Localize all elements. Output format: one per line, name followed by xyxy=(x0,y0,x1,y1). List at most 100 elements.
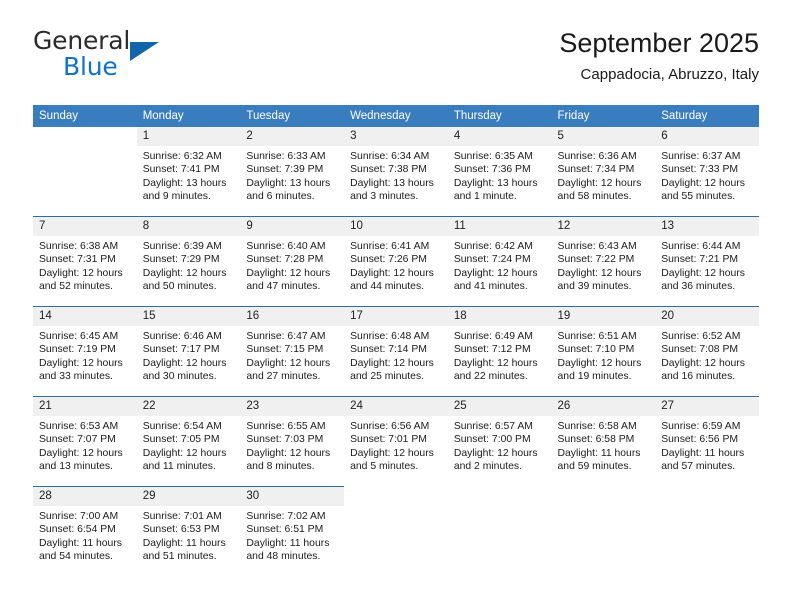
day-number: 16 xyxy=(240,307,345,326)
calendar-day-cell[interactable]: 18 Sunrise: 6:49 AM Sunset: 7:12 PM Dayligh… xyxy=(447,306,552,397)
daylight-text-line2: and 25 minutes. xyxy=(350,371,425,383)
day-number: 18 xyxy=(447,307,552,326)
daylight-text-line1: Daylight: 11 hours xyxy=(39,537,122,549)
weekday-header-wednesday: Wednesday xyxy=(344,105,448,127)
calendar-grid: Sunday Monday Tuesday Wednesday Thursday… xyxy=(33,105,759,576)
day-number: 7 xyxy=(33,217,137,236)
calendar-day-cell[interactable]: 26 Sunrise: 6:58 AM Sunset: 6:58 PM Dayligh… xyxy=(551,396,656,487)
daylight-text-line2: and 41 minutes. xyxy=(453,281,528,293)
daylight-text-line2: and 3 minutes. xyxy=(350,191,419,203)
day-number: 8 xyxy=(136,217,241,236)
calendar-day-cell[interactable]: 15 Sunrise: 6:46 AM Sunset: 7:17 PM Dayligh… xyxy=(136,306,241,397)
day-details: Sunrise: 6:56 AM Sunset: 7:01 PM Daylight:… xyxy=(344,416,448,474)
day-number: 6 xyxy=(655,127,759,146)
daylight-text-line1: Daylight: 12 hours xyxy=(661,357,745,369)
sunrise-text: Sunrise: 6:51 AM xyxy=(557,331,637,342)
sunset-text: Sunset: 7:28 PM xyxy=(246,254,324,266)
daylight-text-line1: Daylight: 11 hours xyxy=(661,447,745,459)
calendar-day-cell[interactable]: 30 Sunrise: 7:02 AM Sunset: 6:51 PM Dayligh… xyxy=(240,486,345,576)
sunrise-text: Sunrise: 7:00 AM xyxy=(39,511,119,522)
daylight-text-line2: and 27 minutes. xyxy=(246,371,321,383)
day-number xyxy=(551,487,656,506)
day-number: 22 xyxy=(136,397,241,416)
calendar-day-cell[interactable]: 8 Sunrise: 6:39 AM Sunset: 7:29 PM Daylight… xyxy=(136,216,241,307)
daylight-text-line2: and 36 minutes. xyxy=(661,281,736,293)
general-blue-logo[interactable]: General Blue xyxy=(33,26,293,88)
day-details: Sunrise: 6:38 AM Sunset: 7:31 PM Daylight:… xyxy=(33,236,137,294)
calendar-day-cell[interactable]: 19 Sunrise: 6:51 AM Sunset: 7:10 PM Dayligh… xyxy=(551,306,656,397)
sunset-text: Sunset: 6:51 PM xyxy=(246,524,324,536)
calendar-day-cell[interactable]: 17 Sunrise: 6:48 AM Sunset: 7:14 PM Dayligh… xyxy=(344,306,448,397)
day-number: 25 xyxy=(447,397,552,416)
calendar-day-cell[interactable]: 27 Sunrise: 6:59 AM Sunset: 6:56 PM Dayligh… xyxy=(655,396,759,487)
calendar-day-cell[interactable]: 20 Sunrise: 6:52 AM Sunset: 7:08 PM Dayligh… xyxy=(655,306,759,397)
sunset-text: Sunset: 7:33 PM xyxy=(661,164,739,176)
day-details: Sunrise: 7:00 AM Sunset: 6:54 PM Daylight:… xyxy=(33,506,137,564)
day-number: 2 xyxy=(240,127,345,146)
daylight-text-line1: Daylight: 12 hours xyxy=(350,267,434,279)
calendar-day-cell[interactable]: 29 Sunrise: 7:01 AM Sunset: 6:53 PM Dayligh… xyxy=(136,486,241,576)
weekday-header-saturday: Saturday xyxy=(655,105,759,127)
day-details: Sunrise: 7:02 AM Sunset: 6:51 PM Daylight:… xyxy=(240,506,344,564)
day-details: Sunrise: 6:40 AM Sunset: 7:28 PM Daylight:… xyxy=(240,236,344,294)
sunset-text: Sunset: 7:14 PM xyxy=(350,344,427,356)
page-title: September 2025 xyxy=(559,28,759,58)
day-details: Sunrise: 6:46 AM Sunset: 7:17 PM Daylight:… xyxy=(137,326,241,384)
calendar-day-cell[interactable]: 23 Sunrise: 6:55 AM Sunset: 7:03 PM Dayligh… xyxy=(240,396,345,487)
calendar-day-cell[interactable]: 24 Sunrise: 6:56 AM Sunset: 7:01 PM Dayligh… xyxy=(344,396,448,487)
daylight-text-line1: Daylight: 13 hours xyxy=(453,177,538,189)
calendar-week-row: 14 Sunrise: 6:45 AM Sunset: 7:19 PM Dayligh… xyxy=(33,306,759,397)
sunrise-text: Sunrise: 6:57 AM xyxy=(453,421,533,432)
sunrise-text: Sunrise: 6:46 AM xyxy=(142,331,222,342)
calendar-day-cell[interactable]: 28 Sunrise: 7:00 AM Sunset: 6:54 PM Dayligh… xyxy=(33,486,137,576)
sunrise-text: Sunrise: 6:49 AM xyxy=(453,331,533,342)
title-block: September 2025 Cappadocia, Abruzzo, Ital… xyxy=(559,26,759,86)
calendar-day-cell[interactable]: 22 Sunrise: 6:54 AM Sunset: 7:05 PM Dayligh… xyxy=(136,396,241,487)
sunrise-text: Sunrise: 6:41 AM xyxy=(350,241,430,252)
calendar-day-cell[interactable]: 9 Sunrise: 6:40 AM Sunset: 7:28 PM Daylight… xyxy=(240,216,345,307)
day-details: Sunrise: 7:01 AM Sunset: 6:53 PM Daylight:… xyxy=(137,506,241,564)
calendar-day-cell[interactable]: 7 Sunrise: 6:38 AM Sunset: 7:31 PM Daylight… xyxy=(33,216,137,307)
day-number: 17 xyxy=(344,307,448,326)
sunrise-text: Sunrise: 6:37 AM xyxy=(661,151,741,162)
logo-triangle-icon xyxy=(130,42,159,61)
calendar-day-cell[interactable]: 16 Sunrise: 6:47 AM Sunset: 7:15 PM Dayligh… xyxy=(240,306,345,397)
day-details: Sunrise: 6:54 AM Sunset: 7:05 PM Daylight:… xyxy=(137,416,241,474)
daylight-text-line1: Daylight: 12 hours xyxy=(350,447,434,459)
calendar-day-cell[interactable]: 11 Sunrise: 6:42 AM Sunset: 7:24 PM Dayligh… xyxy=(447,216,552,307)
day-number: 14 xyxy=(33,307,137,326)
weekday-header-monday: Monday xyxy=(136,105,241,127)
weekday-header-thursday: Thursday xyxy=(447,105,552,127)
daylight-text-line1: Daylight: 12 hours xyxy=(142,357,227,369)
calendar-day-cell-empty xyxy=(655,486,759,576)
daylight-text-line1: Daylight: 13 hours xyxy=(142,177,227,189)
calendar-week-row: 21 Sunrise: 6:53 AM Sunset: 7:07 PM Dayligh… xyxy=(33,396,759,487)
calendar-day-cell[interactable]: 1 Sunrise: 6:32 AM Sunset: 7:41 PM Daylight… xyxy=(136,127,241,217)
daylight-text-line2: and 2 minutes. xyxy=(453,461,522,473)
calendar-day-cell-empty xyxy=(447,486,552,576)
day-details: Sunrise: 6:55 AM Sunset: 7:03 PM Daylight:… xyxy=(240,416,344,474)
daylight-text-line1: Daylight: 13 hours xyxy=(350,177,434,189)
day-number: 26 xyxy=(551,397,656,416)
daylight-text-line2: and 59 minutes. xyxy=(557,461,632,473)
calendar-day-cell[interactable]: 21 Sunrise: 6:53 AM Sunset: 7:07 PM Dayligh… xyxy=(33,396,137,487)
calendar-day-cell[interactable]: 2 Sunrise: 6:33 AM Sunset: 7:39 PM Daylight… xyxy=(240,127,345,217)
calendar-day-cell[interactable]: 13 Sunrise: 6:44 AM Sunset: 7:21 PM Dayligh… xyxy=(655,216,759,307)
daylight-text-line2: and 55 minutes. xyxy=(661,191,736,203)
calendar-day-cell[interactable]: 5 Sunrise: 6:36 AM Sunset: 7:34 PM Daylight… xyxy=(551,127,656,217)
calendar-day-cell[interactable]: 12 Sunrise: 6:43 AM Sunset: 7:22 PM Dayligh… xyxy=(551,216,656,307)
calendar-day-cell[interactable]: 14 Sunrise: 6:45 AM Sunset: 7:19 PM Dayligh… xyxy=(33,306,137,397)
sunrise-text: Sunrise: 6:33 AM xyxy=(246,151,326,162)
calendar-day-cell[interactable]: 3 Sunrise: 6:34 AM Sunset: 7:38 PM Daylight… xyxy=(344,127,448,217)
calendar-day-cell[interactable]: 4 Sunrise: 6:35 AM Sunset: 7:36 PM Daylight… xyxy=(447,127,552,217)
day-number: 28 xyxy=(33,487,137,506)
daylight-text-line1: Daylight: 12 hours xyxy=(350,357,434,369)
calendar-body: 1 Sunrise: 6:32 AM Sunset: 7:41 PM Daylight… xyxy=(33,127,759,576)
day-details: Sunrise: 6:33 AM Sunset: 7:39 PM Daylight:… xyxy=(240,146,344,204)
calendar-day-cell[interactable]: 10 Sunrise: 6:41 AM Sunset: 7:26 PM Dayligh… xyxy=(344,216,448,307)
sunset-text: Sunset: 7:31 PM xyxy=(39,254,116,266)
sunrise-text: Sunrise: 6:44 AM xyxy=(661,241,741,252)
calendar-day-cell[interactable]: 6 Sunrise: 6:37 AM Sunset: 7:33 PM Daylight… xyxy=(655,127,759,217)
calendar-day-cell[interactable]: 25 Sunrise: 6:57 AM Sunset: 7:00 PM Dayligh… xyxy=(447,396,552,487)
sunrise-text: Sunrise: 6:32 AM xyxy=(142,151,222,162)
